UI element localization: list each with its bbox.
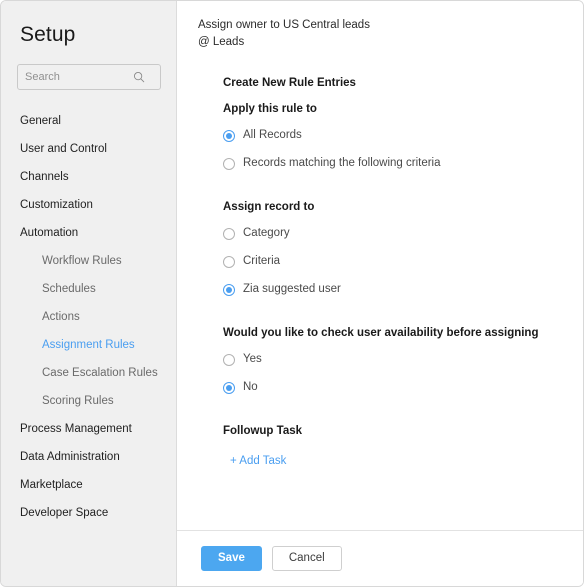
radio-label: Records matching the following criteria bbox=[243, 157, 441, 169]
main-scroll-area: Assign owner to US Central leads @ Leads… bbox=[177, 1, 583, 530]
radio-group: All Records Records matching the followin… bbox=[223, 129, 583, 170]
rule-header: Assign owner to US Central leads @ Leads bbox=[198, 17, 583, 51]
page-title: Setup bbox=[20, 23, 76, 46]
sidebar-item-channels[interactable]: Channels bbox=[1, 163, 176, 191]
radio-option[interactable]: Zia suggested user bbox=[223, 283, 583, 296]
add-task-link[interactable]: + Add Task bbox=[230, 455, 286, 467]
form-title: Create New Rule Entries bbox=[223, 77, 356, 89]
search-box[interactable] bbox=[17, 64, 161, 90]
radio-unchecked-icon[interactable] bbox=[223, 227, 235, 240]
radio-label: Category bbox=[243, 227, 290, 239]
sidebar: Setup GeneralUser and ControlChannelsCus… bbox=[1, 1, 177, 586]
sidebar-item-developer-space[interactable]: Developer Space bbox=[1, 499, 176, 527]
radio-option[interactable]: All Records bbox=[223, 129, 583, 142]
main-content: Assign owner to US Central leads @ Leads… bbox=[177, 1, 583, 586]
sidebar-item-marketplace[interactable]: Marketplace bbox=[1, 471, 176, 499]
sidebar-item-automation[interactable]: Automation bbox=[1, 219, 176, 247]
search-icon bbox=[133, 71, 145, 83]
sidebar-item-scoring-rules[interactable]: Scoring Rules bbox=[1, 387, 176, 415]
radio-label: Criteria bbox=[243, 255, 281, 267]
radio-label: No bbox=[243, 381, 258, 393]
section-title: Would you like to check user availabilit… bbox=[223, 327, 539, 339]
radio-checked-icon[interactable] bbox=[223, 129, 235, 142]
section-title: Apply this rule to bbox=[223, 103, 317, 115]
radio-label: Yes bbox=[243, 353, 262, 365]
section-title: Assign record to bbox=[223, 201, 315, 213]
rule-form: Create New Rule Entries Apply this rule … bbox=[223, 77, 583, 469]
sidebar-item-actions[interactable]: Actions bbox=[1, 303, 176, 331]
setup-window: Setup GeneralUser and ControlChannelsCus… bbox=[0, 0, 584, 587]
radio-unchecked-icon[interactable] bbox=[223, 353, 235, 366]
save-button[interactable]: Save bbox=[201, 546, 262, 571]
form-sections: Apply this rule to All Records Records mat… bbox=[223, 103, 583, 394]
sidebar-item-customization[interactable]: Customization bbox=[1, 191, 176, 219]
radio-option[interactable]: Criteria bbox=[223, 255, 583, 268]
sidebar-nav: General User and Control Channels Customiza… bbox=[1, 107, 176, 527]
radio-unchecked-icon[interactable] bbox=[223, 255, 235, 268]
radio-group: Yes No bbox=[223, 353, 583, 394]
sidebar-item-workflow-rules[interactable]: Workflow Rules bbox=[1, 247, 176, 275]
followup-task-title: Followup Task bbox=[223, 425, 303, 437]
radio-label: Zia suggested user bbox=[243, 283, 341, 295]
search-input[interactable] bbox=[25, 71, 133, 83]
radio-option[interactable]: Category bbox=[223, 227, 583, 240]
radio-option[interactable]: No bbox=[223, 381, 583, 394]
sidebar-item-case-escalation-rules[interactable]: Case Escalation Rules bbox=[1, 359, 176, 387]
form-footer: Save Cancel bbox=[177, 530, 583, 586]
sidebar-item-assignment-rules[interactable]: Assignment Rules bbox=[1, 331, 176, 359]
sidebar-item-data-administration[interactable]: Data Administration bbox=[1, 443, 176, 471]
radio-option[interactable]: Yes bbox=[223, 353, 583, 366]
radio-group: Category Criteria Zia suggested user bbox=[223, 227, 583, 296]
radio-checked-icon[interactable] bbox=[223, 381, 235, 394]
rule-name: Assign owner to US Central leads bbox=[198, 19, 370, 31]
sidebar-item-schedules[interactable]: Schedules bbox=[1, 275, 176, 303]
radio-label: All Records bbox=[243, 129, 302, 141]
sidebar-item-process-management[interactable]: Process Management bbox=[1, 415, 176, 443]
rule-module: @ Leads bbox=[198, 36, 245, 48]
sidebar-item-general[interactable]: General bbox=[1, 107, 176, 135]
sidebar-item-user-and-control[interactable]: User and Control bbox=[1, 135, 176, 163]
radio-unchecked-icon[interactable] bbox=[223, 157, 235, 170]
radio-checked-icon[interactable] bbox=[223, 283, 235, 296]
radio-option[interactable]: Records matching the following criteria bbox=[223, 157, 583, 170]
cancel-button[interactable]: Cancel bbox=[271, 546, 342, 571]
